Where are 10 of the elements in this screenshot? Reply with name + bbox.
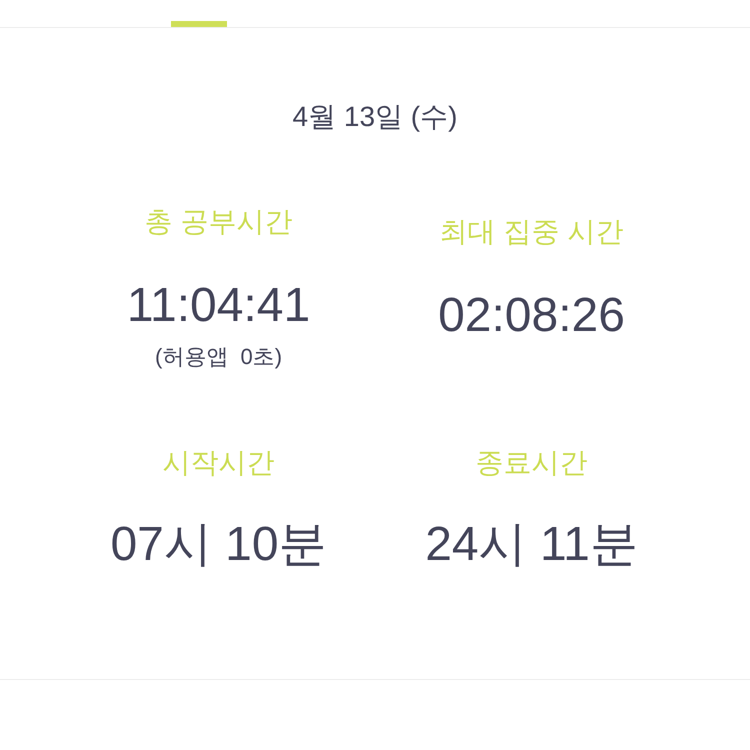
stat-value: 11:04:41	[126, 278, 310, 334]
stat-label: 종료시간	[476, 446, 588, 480]
stat-value: 24시 11분	[425, 517, 638, 573]
stat-value: 07시 10분	[110, 517, 327, 573]
stat-value: 02:08:26	[438, 288, 625, 344]
stat-note: (허용앱 0초)	[154, 343, 282, 371]
stat-label: 시작시간	[162, 446, 274, 480]
date-heading: 4월 13일 (수)	[292, 100, 458, 134]
stat-label: 총 공부시간	[144, 205, 292, 239]
stat-label: 최대 집중 시간	[440, 215, 624, 249]
